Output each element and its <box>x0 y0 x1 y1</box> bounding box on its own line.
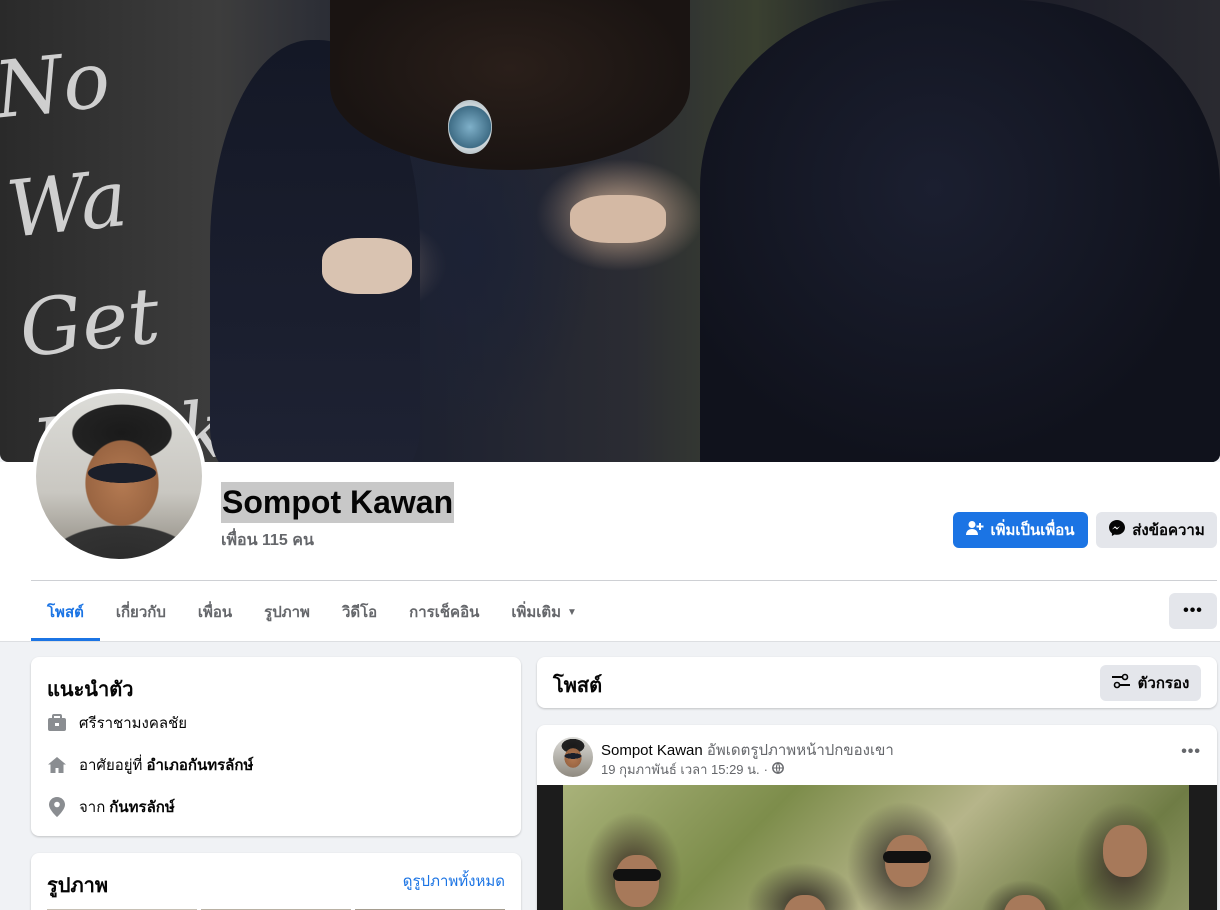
house-icon <box>47 755 67 775</box>
posts-header-card: โพสต์ ตัวกรอง <box>537 657 1217 708</box>
intro-work-text[interactable]: ศรีราชามงคลชัย <box>79 711 187 735</box>
post-meta-separator: · <box>763 762 768 777</box>
add-friend-label: เพิ่มเป็นเพื่อน <box>990 522 1075 539</box>
cover-graffiti: No Wa Get Fuck Fuck Off <box>0 35 231 462</box>
intro-lives-row: อาศัยอยู่ที่ อำเภอกันทรลักษ์ <box>47 753 253 777</box>
post-image-photo <box>563 785 1189 910</box>
tab-checkins[interactable]: การเช็คอิน <box>393 583 495 641</box>
photo-sunglasses <box>613 869 661 881</box>
cover-photo[interactable]: No Wa Get Fuck Fuck Off <box>0 0 1220 462</box>
intro-from-row: จาก กันทรลักษ์ <box>47 795 175 819</box>
intro-work-row: ศรีราชามงคลชัย <box>47 711 187 735</box>
cover-hand-center <box>570 195 666 243</box>
message-button[interactable]: ส่งข้อความ <box>1096 512 1217 548</box>
tab-about-label: เกี่ยวกับ <box>115 604 166 621</box>
briefcase-icon <box>47 713 67 733</box>
cover-figure-right <box>700 0 1220 462</box>
intro-lives-place[interactable]: อำเภอกันทรลักษ์ <box>146 753 253 777</box>
photo-face <box>1103 825 1147 877</box>
cover-hand-left <box>322 238 412 294</box>
intro-title: แนะนำตัว <box>47 679 134 701</box>
profile-tabs: โพสต์ เกี่ยวกับ เพื่อน รูปภาพ วิดีโอ การ… <box>31 583 593 641</box>
posts-title: โพสต์ <box>553 675 603 697</box>
globe-icon[interactable] <box>772 762 784 777</box>
person-plus-icon <box>966 520 984 540</box>
intro-from-prefix: จาก <box>79 799 106 816</box>
tab-friends-label: เพื่อน <box>197 604 233 621</box>
post-author-name[interactable]: Sompot Kawan <box>601 742 703 759</box>
profile-avatar[interactable] <box>32 389 206 563</box>
tab-posts-label: โพสต์ <box>47 604 84 621</box>
cover-figure-center <box>330 0 690 170</box>
tab-posts[interactable]: โพสต์ <box>31 583 100 641</box>
photos-card: รูปภาพ ดูรูปภาพทั้งหมด <box>31 853 521 910</box>
post-options-button[interactable]: ••• <box>1181 743 1201 761</box>
tab-videos[interactable]: วิดีโอ <box>326 583 393 641</box>
tab-checkins-label: การเช็คอิน <box>409 604 480 621</box>
filter-label: ตัวกรอง <box>1137 675 1190 692</box>
filter-button[interactable]: ตัวกรอง <box>1100 665 1201 701</box>
tab-friends[interactable]: เพื่อน <box>182 583 248 641</box>
photos-title: รูปภาพ <box>47 875 109 897</box>
post-timestamp[interactable]: 19 กุมภาพันธ์ เวลา 15:29 น. <box>601 759 760 780</box>
tab-more[interactable]: เพิ่มเติม ▼ <box>495 583 593 641</box>
post-action-text: อัพเดตรูปภาพหน้าปกของเขา <box>706 742 894 759</box>
add-friend-button[interactable]: เพิ่มเป็นเพื่อน <box>953 512 1088 548</box>
tab-videos-label: วิดีโอ <box>341 604 378 621</box>
message-label: ส่งข้อความ <box>1132 522 1205 539</box>
photo-face <box>783 895 827 910</box>
sliders-icon <box>1111 673 1130 693</box>
intro-from-place[interactable]: กันทรลักษ์ <box>109 795 174 819</box>
messenger-icon <box>1108 519 1126 541</box>
profile-more-button[interactable]: ••• <box>1169 593 1217 629</box>
photo-sunglasses <box>883 851 931 863</box>
caret-down-icon: ▼ <box>567 606 577 618</box>
tab-photos-label: รูปภาพ <box>264 604 310 621</box>
photo-face <box>1003 895 1047 910</box>
friends-count[interactable]: เพื่อน 115 คน <box>221 528 314 553</box>
post-card: Sompot Kawan อัพเดตรูปภาพหน้าปกของเขา 19… <box>537 725 1217 910</box>
header-divider <box>31 580 1217 581</box>
header-bottom-border <box>0 641 1220 642</box>
cover-pendant <box>448 100 492 154</box>
tab-photos[interactable]: รูปภาพ <box>248 583 326 641</box>
intro-lives-prefix: อาศัยอยู่ที่ <box>79 757 143 774</box>
tab-more-label: เพิ่มเติม <box>511 604 562 621</box>
post-meta: 19 กุมภาพันธ์ เวลา 15:29 น. · <box>601 759 784 780</box>
intro-card: แนะนำตัว ศรีราชามงคลชัย อาศัยอยู่ที่ อำเภ… <box>31 657 521 836</box>
map-pin-icon <box>47 797 67 817</box>
see-all-photos-link[interactable]: ดูรูปภาพทั้งหมด <box>403 869 505 893</box>
post-image[interactable] <box>537 785 1217 910</box>
profile-name: Sompot Kawan <box>221 482 455 523</box>
post-author-avatar[interactable] <box>553 737 593 777</box>
photo-face <box>615 855 659 907</box>
tab-about[interactable]: เกี่ยวกับ <box>100 583 182 641</box>
